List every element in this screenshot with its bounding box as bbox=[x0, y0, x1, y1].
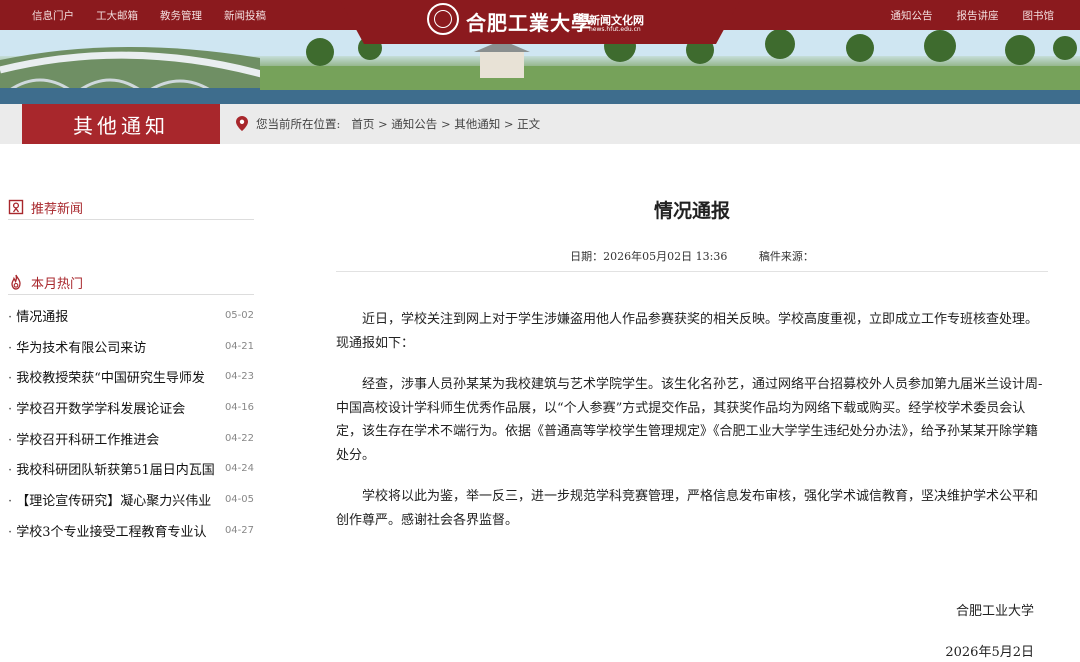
hot-news-title: 本月热门 bbox=[31, 276, 84, 292]
list-item[interactable]: 学校召开科研工作推进会 04-22 bbox=[8, 423, 254, 454]
university-logo-name[interactable]: 合肥工業大學 bbox=[466, 7, 592, 36]
article-source: 稿件来源： bbox=[758, 250, 814, 263]
article-title: 情况通报 bbox=[653, 200, 730, 222]
list-item-title[interactable]: 华为技术有限公司来访 bbox=[8, 337, 220, 356]
list-item-date: 04-27 bbox=[224, 524, 254, 536]
list-item-title[interactable]: 我校教授荣获“中国研究生导师发 bbox=[8, 367, 220, 386]
list-item-title[interactable]: 我校科研团队斩获第51届日内瓦国 bbox=[8, 459, 220, 478]
list-item-title[interactable]: 学校3个专业接受工程教育专业认 bbox=[8, 521, 220, 540]
list-item-date: 04-23 bbox=[224, 371, 254, 383]
list-item-title[interactable]: 学校召开数学学科发展论证会 bbox=[8, 398, 220, 417]
top-nav-item-notices[interactable]: 通知公告 bbox=[891, 8, 933, 23]
flame-icon bbox=[11, 274, 21, 290]
list-item-title[interactable]: 【理论宣传研究】凝心聚力兴伟业 bbox=[8, 490, 220, 509]
list-item-date: 04-22 bbox=[224, 432, 254, 444]
article-paragraph: 学校将以此为鉴，举一反三，进一步规范学科竞赛管理，严格信息发布审核，强化学术诚信… bbox=[336, 489, 1039, 528]
list-item-date: 04-24 bbox=[224, 463, 254, 475]
list-item-title[interactable]: 情况通报 bbox=[8, 306, 220, 325]
breadcrumb-path[interactable]: 首页 > 通知公告 > 其他通知 > 正文 bbox=[351, 117, 540, 131]
list-item[interactable]: 我校教授荣获“中国研究生导师发 04-23 bbox=[8, 361, 254, 392]
recommend-news-header: 推荐新闻 bbox=[8, 195, 254, 220]
breadcrumb-label: 您当前所在位置: bbox=[256, 117, 341, 131]
article-body: 近日，学校关注到网上对于学生涉嫌盗用他人作品参赛获奖的相关反映。学校高度重视，立… bbox=[336, 308, 1048, 550]
recommend-news-title: 推荐新闻 bbox=[31, 201, 84, 217]
top-nav-item-lectures[interactable]: 报告讲座 bbox=[957, 8, 999, 23]
article-signature-date: 2026年5月2日 bbox=[945, 645, 1034, 660]
article-signature-org: 合肥工业大学 bbox=[955, 604, 1034, 619]
list-item-date: 05-02 bbox=[224, 309, 254, 321]
list-item-date: 04-21 bbox=[224, 340, 254, 352]
top-nav-item-academic[interactable]: 教务管理 bbox=[160, 8, 202, 23]
list-item-date: 04-16 bbox=[224, 401, 254, 413]
top-nav-item-library[interactable]: 图书馆 bbox=[1023, 8, 1055, 23]
list-item[interactable]: 情况通报 05-02 bbox=[8, 300, 254, 331]
article-meta: 日期：2026年05月02日 13:36 稿件来源： bbox=[336, 248, 1048, 264]
list-item[interactable]: 学校3个专业接受工程教育专业认 04-27 bbox=[8, 515, 254, 546]
list-item[interactable]: 我校科研团队斩获第51届日内瓦国 04-24 bbox=[8, 453, 254, 484]
section-title: 其他通知 bbox=[22, 104, 220, 144]
hot-news-list: 情况通报 05-02 华为技术有限公司来访 04-21 我校教授荣获“中国研究生… bbox=[8, 300, 254, 546]
hot-news-header: 本月热门 bbox=[8, 270, 254, 295]
list-item-title[interactable]: 学校召开科研工作推进会 bbox=[8, 429, 220, 448]
divider bbox=[336, 271, 1048, 272]
breadcrumb: 您当前所在位置: 首页 > 通知公告 > 其他通知 > 正文 bbox=[256, 116, 540, 132]
article-paragraph: 经查，涉事人员孙某某为我校建筑与艺术学院学生。该生化名孙艺，通过网络平台招募校外… bbox=[336, 377, 1043, 463]
top-nav-item-submit[interactable]: 新闻投稿 bbox=[224, 8, 266, 23]
list-item[interactable]: 【理论宣传研究】凝心聚力兴伟业 04-05 bbox=[8, 484, 254, 515]
top-nav-right: 通知公告 报告讲座 图书馆 bbox=[891, 0, 1055, 30]
location-pin-icon bbox=[236, 116, 248, 131]
top-nav-item-mail[interactable]: 工大邮箱 bbox=[96, 8, 138, 23]
list-item[interactable]: 华为技术有限公司来访 04-21 bbox=[8, 331, 254, 362]
top-nav-item-portal[interactable]: 信息门户 bbox=[32, 8, 74, 23]
top-nav-left: 信息门户 工大邮箱 教务管理 新闻投稿 bbox=[32, 0, 266, 30]
article-paragraph: 近日，学校关注到网上对于学生涉嫌盗用他人作品参赛获奖的相关反映。学校高度重视，立… bbox=[336, 312, 1039, 351]
university-seal-icon[interactable] bbox=[427, 3, 459, 35]
article-date: 日期：2026年05月02日 13:36 bbox=[570, 250, 728, 263]
list-item[interactable]: 学校召开数学学科发展论证会 04-16 bbox=[8, 392, 254, 423]
recommend-icon bbox=[8, 199, 24, 215]
site-url: news.hfut.edu.cn bbox=[589, 26, 641, 33]
list-item-date: 04-05 bbox=[224, 493, 254, 505]
